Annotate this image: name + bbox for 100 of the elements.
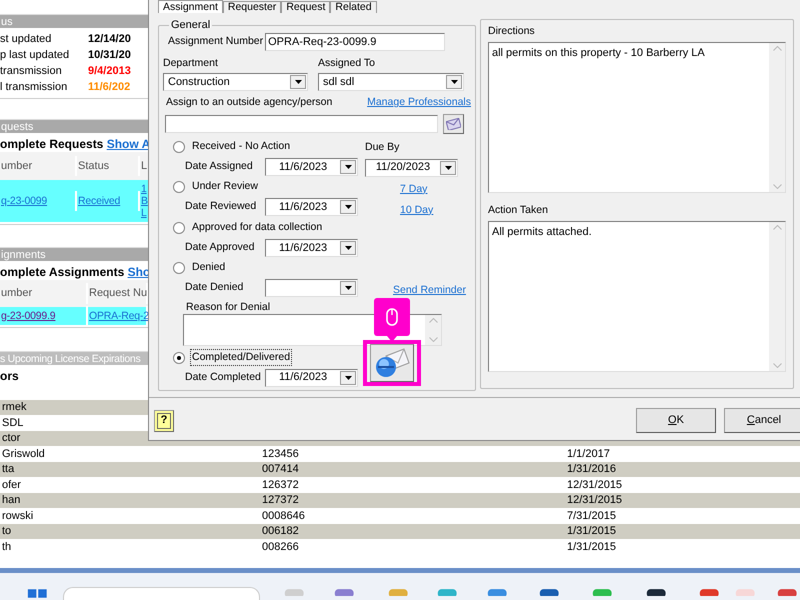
radio-label: Received - No Action: [191, 139, 292, 154]
dropdown[interactable]: [265, 278, 358, 297]
start-icon[interactable]: [26, 587, 49, 600]
table-cell: ctor: [2, 432, 20, 444]
dropdown[interactable]: 11/6/2023: [265, 198, 358, 216]
dropdown[interactable]: 11/6/2023: [265, 238, 358, 257]
radio-label: Under Review: [191, 179, 259, 194]
radio-label: Approved for data collection: [191, 220, 324, 235]
status-label: p last updated: [0, 48, 70, 63]
table-link[interactable]: Received: [78, 194, 120, 207]
email-send-button[interactable]: [370, 344, 414, 382]
tab[interactable]: Requester: [222, 1, 282, 13]
table-link[interactable]: q-23-0099: [1, 194, 48, 207]
table-cell: 1/1/2017: [567, 448, 610, 460]
text-value: all permits on this property - 10 Barberry LA: [491, 46, 706, 61]
dropdown-arrow-icon: [294, 80, 302, 84]
column-header: umber: [0, 156, 77, 176]
table-cell: 126372: [262, 478, 299, 490]
dropdown-arrow-icon: [344, 165, 352, 170]
status-value: 9/4/2013: [88, 64, 131, 79]
dialog-button[interactable]: OK: [636, 408, 716, 433]
field-label: Due By: [365, 140, 400, 155]
section-header: s Upcoming License Expirations: [0, 351, 148, 365]
directions-field[interactable]: all permits on this property - 10 Barberry LA: [488, 42, 786, 193]
tab[interactable]: Assignment: [158, 0, 223, 13]
table-cell: 008266: [262, 540, 299, 552]
table-cell: 12/31/2015: [567, 494, 622, 506]
table-cell: han: [2, 494, 20, 506]
action-taken-field[interactable]: All permits attached.: [488, 220, 786, 372]
dropdown[interactable]: 11/6/2023: [265, 158, 358, 176]
table-cell: 007414: [262, 463, 299, 475]
scroll-down-icon: [772, 362, 782, 368]
tab[interactable]: Related: [330, 1, 377, 13]
table-cell: 127372: [262, 494, 299, 506]
dialog-button[interactable]: Cancel: [724, 408, 800, 433]
manage-professionals-link[interactable]: Manage Professionals: [367, 95, 471, 111]
envelope-icon: [446, 118, 461, 130]
dropdown-arrow-icon: [344, 286, 352, 290]
status-label: transmission: [0, 64, 63, 79]
scroll-up-icon: [428, 318, 438, 323]
table-link[interactable]: g-23-0099.9: [1, 310, 56, 322]
tab[interactable]: Request: [281, 1, 330, 13]
scroll-up-icon: [772, 46, 782, 51]
table-cell: 0008646: [262, 510, 305, 522]
table-cell: th: [2, 540, 12, 552]
text-field[interactable]: OPRA-Req-23-0099.9: [265, 33, 446, 51]
dropdown-arrow-icon: [450, 80, 458, 84]
radio-button[interactable]: [173, 141, 185, 154]
table-link[interactable]: 1: [141, 183, 147, 195]
scroll-down-icon: [428, 337, 438, 342]
radio-button[interactable]: [173, 262, 185, 274]
dropdown[interactable]: sdl sdl: [318, 72, 464, 91]
table-cell: ofer: [2, 478, 21, 490]
table-cell: to: [2, 525, 12, 537]
scroll-up-icon: [772, 224, 782, 230]
agency-field[interactable]: [165, 114, 438, 133]
dropdown-arrow-icon: [344, 376, 352, 380]
section-header: us: [0, 14, 148, 28]
status-value: 12/14/20: [88, 32, 131, 47]
field-label: Date Denied: [185, 280, 244, 295]
status-value: 10/31/20: [88, 48, 131, 63]
table-link[interactable]: L: [141, 207, 147, 219]
dropdown-arrow-icon: [344, 246, 352, 250]
dropdown-arrow-icon: [344, 205, 352, 210]
search-field[interactable]: [62, 587, 260, 600]
field-label: Date Completed: [185, 370, 262, 385]
group-title: General: [170, 19, 212, 31]
table-cell: Griswold: [2, 448, 45, 460]
table-link[interactable]: B: [141, 195, 148, 207]
envelope-button[interactable]: [443, 114, 464, 134]
field-label: Department: [163, 56, 219, 71]
highlight-frame: [363, 340, 421, 386]
column-header: umber: [0, 283, 88, 304]
radio-button[interactable]: [173, 352, 185, 364]
status-label: l transmission: [0, 80, 68, 95]
section-header: ignments: [0, 247, 148, 261]
email-globe-icon: [374, 348, 410, 378]
dropdown[interactable]: 11/6/2023: [265, 368, 358, 386]
field-label: Date Approved: [185, 240, 256, 255]
dropdown[interactable]: 11/20/2023: [365, 158, 458, 176]
field-label: Action Taken: [488, 202, 549, 218]
dropdown-arrow-icon: [444, 166, 452, 170]
field-label: Directions: [488, 24, 536, 39]
radio-label: Completed/Delivered: [190, 348, 292, 366]
table-cell: 1/31/2015: [567, 525, 616, 537]
dropdown[interactable]: Construction: [163, 72, 308, 91]
day-link[interactable]: 7 Day: [400, 182, 434, 198]
table-cell: 006182: [262, 525, 299, 537]
field-label: Date Reviewed: [185, 199, 258, 214]
section-heading: ors: [0, 368, 20, 384]
table-cell: rowski: [2, 510, 34, 522]
status-value: 11/6/202: [88, 80, 130, 95]
help-button[interactable]: ?: [154, 410, 174, 432]
day-link[interactable]: 10 Day: [400, 202, 434, 218]
table-cell: rmek: [2, 401, 26, 413]
mouse-icon: [386, 308, 398, 326]
radio-button[interactable]: [173, 181, 185, 194]
field-label: Reason for Denial: [186, 300, 272, 314]
radio-button[interactable]: [173, 222, 185, 234]
send-reminder-link[interactable]: Send Reminder: [393, 284, 466, 296]
